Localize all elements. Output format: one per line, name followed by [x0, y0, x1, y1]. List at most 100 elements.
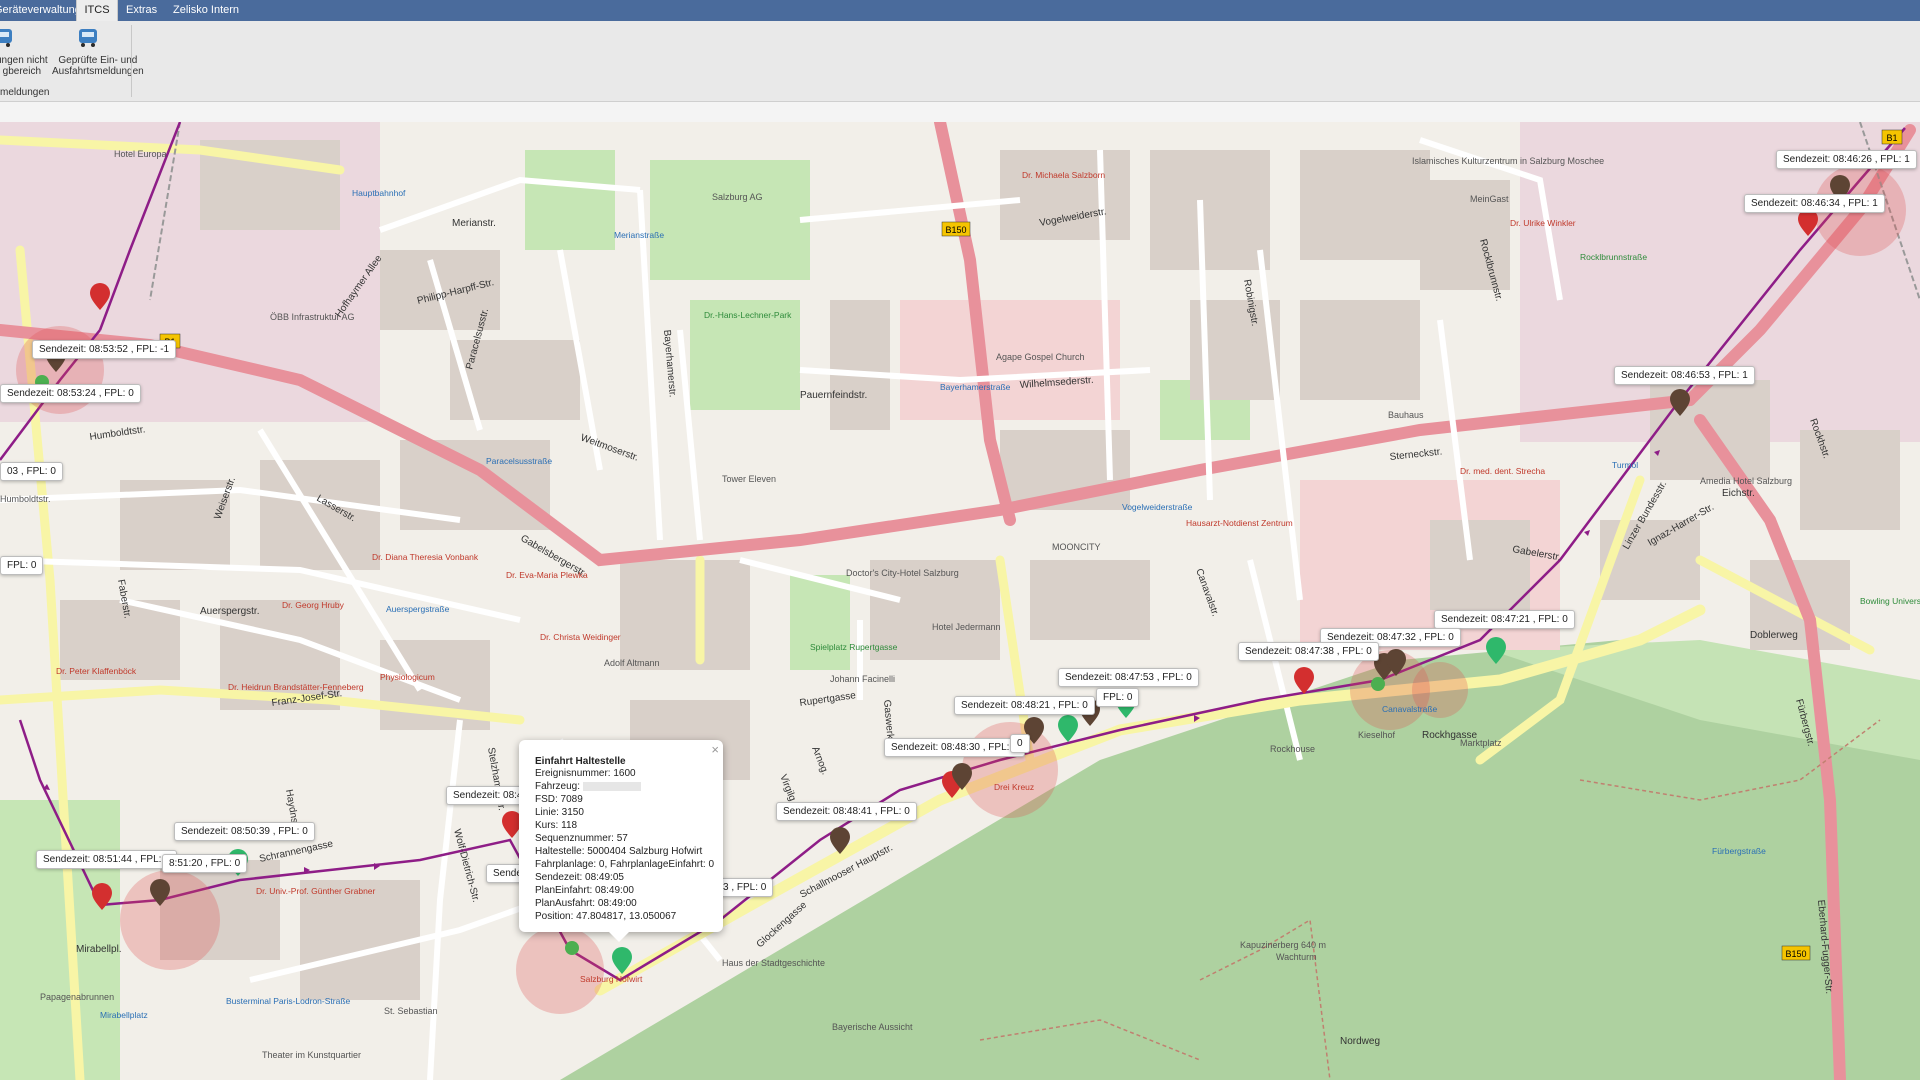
place-label: Auerspergstraße: [386, 604, 450, 614]
road-badge-b1: B1: [1886, 133, 1897, 143]
place-label: Canavalstraße: [1382, 704, 1438, 714]
place-label: Bowling Universum: [1860, 596, 1920, 606]
popup-row-sequenznummer: Sequenznummer: 57: [535, 833, 628, 844]
top-tab-bar: Geräteverwaltung ITCS Extras Zelisko Int…: [0, 0, 1920, 21]
place-label: Dr. Ulrike Winkler: [1510, 218, 1576, 228]
sendezeit-label: Sendezeit: 08:53:24 , FPL: 0: [0, 384, 141, 403]
map-marker-green[interactable]: [1058, 715, 1078, 742]
park-area: [650, 160, 810, 280]
street-label: Mirabellpl.: [76, 944, 122, 955]
place-label: Merianstraße: [614, 230, 664, 240]
tab-label: Geräteverwaltung: [0, 4, 81, 16]
place-label: Dr. Peter Klaffenböck: [56, 666, 137, 676]
place-label: Dr. Diana Theresia Vonbank: [372, 552, 479, 562]
place-label: Salzburg Hofwirt: [580, 974, 643, 984]
sendezeit-label: FPL: 0: [1096, 688, 1140, 707]
street-label: Bayerhamerstr.: [661, 329, 678, 398]
place-label: Dr. Georg Hruby: [282, 600, 345, 610]
sendezeit-label: 0: [1010, 734, 1030, 753]
bus-stop-icon: [1371, 677, 1385, 691]
map-canvas[interactable]: B150 B1 B150 B1 Merianstr. Vogelweiderst…: [0, 122, 1920, 1080]
place-label: Theater im Kunstquartier: [262, 1050, 361, 1060]
bus-warning-icon: [0, 29, 12, 47]
toolbar-strip: [0, 102, 1920, 123]
popup-title: Einfahrt Haltestelle: [535, 756, 626, 767]
sendezeit-label: Sendezeit: 08:48:41 , FPL: 0: [776, 802, 917, 821]
sendezeit-label: Sendezeit: 08:48:21 , FPL: 0: [954, 696, 1095, 715]
map-view[interactable]: B150 B1 B150 B1 Merianstr. Vogelweiderst…: [0, 122, 1920, 1080]
street-label: Sterneckstr.: [1389, 447, 1443, 463]
place-label: Vogelweiderstraße: [1122, 502, 1193, 512]
sendezeit-label: Sendezeit: 08:48:30 , FPL: 0: [884, 738, 1025, 757]
street-label: Humboldtstr.: [89, 424, 146, 443]
unchecked-reports-button[interactable]: ungen nicht gbereich: [0, 27, 48, 85]
place-label: Hauptbahnhof: [352, 188, 406, 198]
close-icon[interactable]: ×: [711, 742, 719, 757]
sendezeit-label: Sendezeit: 08:47:38 , FPL: 0: [1238, 642, 1379, 661]
place-label: Busterminal Paris-Lodron-Straße: [226, 996, 351, 1006]
bus-check-icon: [79, 29, 97, 47]
street-label: Arnog.: [809, 745, 830, 776]
popup-row-linie: Linie: 3150: [535, 807, 584, 818]
place-label: Dr. Eva-Maria Plewka: [506, 570, 588, 580]
popup-row-sendezeit: Sendezeit: 08:49:05: [535, 872, 624, 883]
sendezeit-label: 03 , FPL: 0: [0, 462, 63, 481]
sendezeit-label: Sendezeit: 08:46:34 , FPL: 1: [1744, 194, 1885, 213]
popup-row-fsd: FSD: 7089: [535, 794, 583, 805]
sendezeit-label: 8:51:20 , FPL: 0: [162, 854, 248, 873]
spielplatz-rupertgasse: [790, 575, 850, 670]
street-label: Canavalstr.: [1193, 567, 1220, 618]
place-label: Kapuzinerberg 640 m: [1240, 940, 1326, 950]
place-label: MOONCITY: [1052, 542, 1101, 552]
place-label: Dr. Univ.-Prof. Günther Grabner: [256, 886, 376, 896]
street-label: Merianstr.: [452, 218, 496, 229]
street-label: Pauernfeindstr.: [800, 390, 867, 401]
place-label: Islamisches Kulturzentrum in Salzburg Mo…: [1412, 156, 1604, 166]
place-label: Johann Facinelli: [830, 674, 895, 684]
ribbon: ungen nicht gbereich Geprüfte Ein- und A…: [0, 21, 1920, 102]
place-label: Marktplatz: [1460, 738, 1502, 748]
sendezeit-label: Sendezeit: 08:4: [446, 786, 530, 805]
street-label: Wolf-Dietrich-Str.: [451, 828, 481, 904]
sendezeit-label: Sendezeit: 08:53:52 , FPL: -1: [32, 340, 177, 359]
popup-pointer: [609, 932, 629, 942]
place-label: Hotel Europa: [114, 149, 167, 159]
mirabell-garden: [0, 800, 120, 1080]
tab-zelisko-intern[interactable]: Zelisko Intern: [173, 0, 243, 21]
place-label: Bauhaus: [1388, 410, 1424, 420]
street-label: Nordweg: [1340, 1036, 1380, 1047]
tab-geraeteverwaltung[interactable]: Geräteverwaltung: [0, 0, 81, 21]
tab-label: Zelisko Intern: [173, 4, 240, 16]
tab-extras[interactable]: Extras: [126, 0, 164, 21]
button-label: Geprüfte Ein- und Ausfahrtsmeldungen: [52, 55, 144, 77]
street-label: Weitmoserstr.: [579, 432, 640, 463]
place-label: Dr. med. dent. Strecha: [1460, 466, 1545, 476]
place-label: Rocklbrunnstraße: [1580, 252, 1647, 262]
street-label: Virgilg.: [777, 773, 799, 805]
bus-stop-icon: [565, 941, 579, 955]
street-label: Doblerweg: [1750, 630, 1798, 641]
popup-row-planausfahrt: PlanAusfahrt: 08:49:00: [535, 898, 637, 909]
place-label: Turmöl: [1612, 460, 1638, 470]
place-label: Bayerische Aussicht: [832, 1022, 913, 1032]
sendezeit-label: Sendezeit: 08:46:26 , FPL: 1: [1776, 150, 1917, 169]
street-label: Eichstr.: [1722, 488, 1755, 499]
place-label: Doctor's City-Hotel Salzburg: [846, 568, 959, 578]
popup-row-position: Position: 47.804817, 13.050067: [535, 911, 677, 922]
ribbon-group-separator: [131, 25, 132, 97]
place-label: Humboldtstr.: [0, 494, 51, 504]
popup-row-planeinfahrt: PlanEinfahrt: 08:49:00: [535, 885, 634, 896]
popup-row-fahrzeug: Fahrzeug:: [535, 781, 642, 793]
place-label: Dr. Heidrun Brandstätter-Fenneberg: [228, 682, 364, 692]
place-label: Papagenabrunnen: [40, 992, 114, 1002]
tab-label: ITCS: [84, 4, 110, 16]
place-label: Hotel Jedermann: [932, 622, 1001, 632]
street-label: Rupertgasse: [799, 690, 857, 709]
place-label: Physiologicum: [380, 672, 435, 682]
place-label: Wachturm: [1276, 952, 1317, 962]
place-label: Hausarzt-Notdienst Zentrum: [1186, 518, 1293, 528]
street-label: Schrannengasse: [258, 838, 334, 864]
sendezeit-label: FPL: 0: [0, 556, 44, 575]
checked-entry-exit-reports-button[interactable]: Geprüfte Ein- und Ausfahrtsmeldungen: [52, 27, 144, 85]
tab-itcs[interactable]: ITCS: [76, 0, 118, 21]
